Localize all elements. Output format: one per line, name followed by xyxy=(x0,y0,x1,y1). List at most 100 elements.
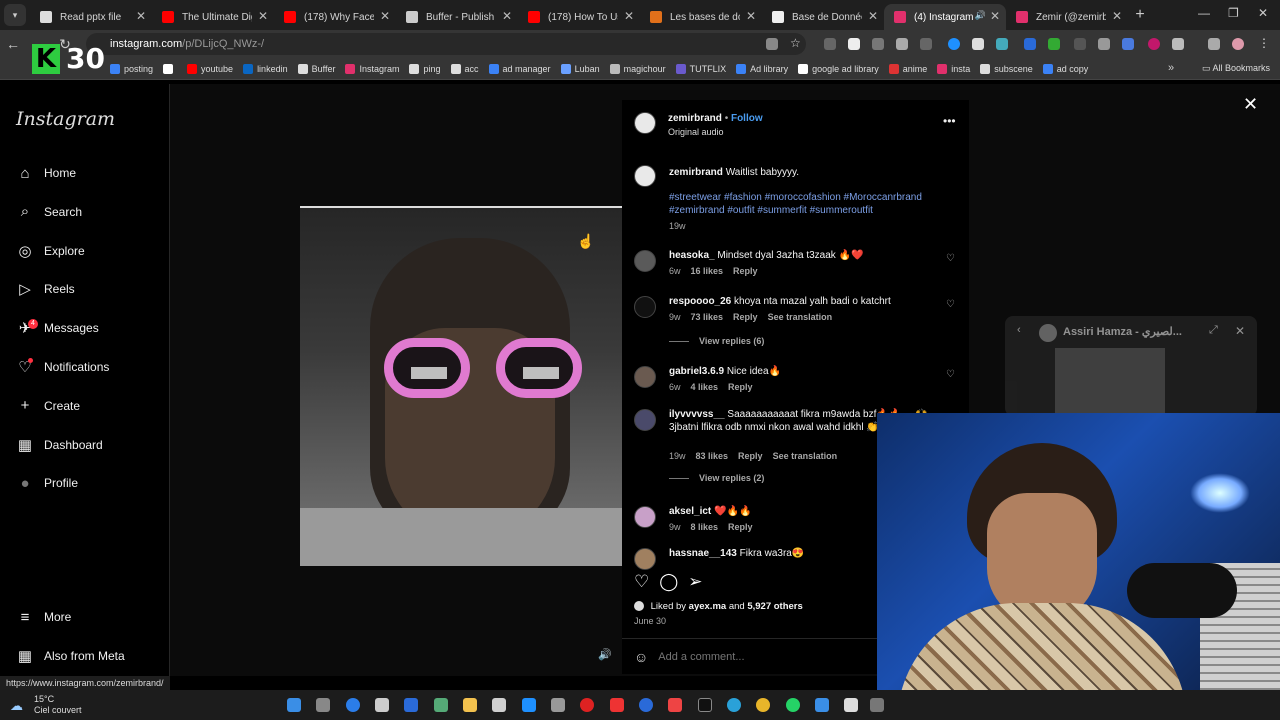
comment-username[interactable]: heasoka_ xyxy=(669,250,715,261)
settings-icon[interactable] xyxy=(551,698,565,712)
liked-by-count[interactable]: 5,927 others xyxy=(747,601,802,612)
liked-by-user[interactable]: ayex.ma xyxy=(689,601,727,612)
comment-username[interactable]: ilyvvvvss__ xyxy=(669,409,725,420)
reply-button[interactable]: Reply xyxy=(733,266,758,276)
emoji-icon[interactable]: ☺ xyxy=(634,649,648,665)
more-bookmarks-icon[interactable]: » xyxy=(1168,62,1174,74)
extension-icon[interactable] xyxy=(1048,38,1060,50)
mail-icon[interactable] xyxy=(522,698,536,712)
bookmark-item[interactable]: ping xyxy=(409,63,441,74)
close-modal-icon[interactable]: ✕ xyxy=(1243,94,1258,115)
close-tab-icon[interactable]: ✕ xyxy=(502,9,512,23)
close-tab-icon[interactable]: ✕ xyxy=(1112,9,1122,23)
all-bookmarks-button[interactable]: ▭ All Bookmarks xyxy=(1202,63,1270,74)
browser-tab[interactable]: Read pptx file ✕ xyxy=(30,4,152,30)
media-icon[interactable] xyxy=(1208,38,1220,50)
reply-button[interactable]: Reply xyxy=(733,312,758,322)
extension-icon[interactable] xyxy=(824,38,836,50)
chrome-icon[interactable] xyxy=(756,698,770,712)
comment-username[interactable]: aksel_ict xyxy=(669,506,711,517)
extension-icon[interactable] xyxy=(1024,38,1036,50)
app-icon[interactable] xyxy=(404,698,418,712)
extension-icon[interactable] xyxy=(1098,38,1110,50)
app-icon[interactable] xyxy=(375,698,389,712)
app-icon[interactable] xyxy=(815,698,829,712)
bookmark-item[interactable] xyxy=(163,63,177,74)
telegram-icon[interactable] xyxy=(727,698,741,712)
more-options-icon[interactable]: ••• xyxy=(943,114,956,128)
sidebar-item-more[interactable]: ≡ More xyxy=(16,605,72,629)
app-icon[interactable] xyxy=(610,698,624,712)
comment-username[interactable]: gabriel3.6.9 xyxy=(669,366,724,377)
chevron-left-icon[interactable]: ‹ xyxy=(1017,324,1021,336)
bookmark-item[interactable]: anime xyxy=(888,63,927,74)
whatsapp-icon[interactable] xyxy=(786,698,800,712)
app-icon[interactable] xyxy=(668,698,682,712)
sidebar-item-search[interactable]: ⌕ Search xyxy=(16,200,82,224)
bookmark-item[interactable]: linkedin xyxy=(243,63,288,74)
bookmark-item[interactable]: acc xyxy=(450,63,479,74)
extensions-puzzle-icon[interactable] xyxy=(1172,38,1184,50)
app-icon[interactable] xyxy=(434,698,448,712)
sidebar-item-create[interactable]: + Create xyxy=(16,394,80,418)
author-username[interactable]: zemirbrand xyxy=(668,113,722,124)
tab-audio-icon[interactable]: 🔊 xyxy=(975,10,986,21)
profile-avatar[interactable] xyxy=(1232,38,1244,50)
task-view-icon[interactable] xyxy=(316,698,330,712)
minimize-icon[interactable]: — xyxy=(1198,6,1210,20)
extension-icon[interactable] xyxy=(896,38,908,50)
close-window-icon[interactable]: ✕ xyxy=(1258,6,1268,20)
back-icon[interactable]: ← xyxy=(0,36,26,52)
comment-like-heart-icon[interactable]: ♡ xyxy=(946,253,955,264)
extension-icon[interactable] xyxy=(996,38,1008,50)
volume-icon[interactable]: 🔊 xyxy=(598,648,612,661)
commenter-avatar[interactable] xyxy=(634,366,656,388)
app-icon[interactable] xyxy=(492,698,506,712)
audio-label[interactable]: Original audio xyxy=(668,127,724,137)
start-icon[interactable] xyxy=(287,698,301,712)
commenter-avatar[interactable] xyxy=(634,250,656,272)
caption-hashtags[interactable]: #streetwear #fashion #moroccofashion #Mo… xyxy=(669,191,937,217)
extension-icon[interactable] xyxy=(848,38,860,50)
browser-tab[interactable]: (178) How To Use T ✕ xyxy=(518,4,640,30)
browser-tab[interactable]: (4) Instagram ✕ 🔊 xyxy=(884,4,1006,30)
comment-likes[interactable]: 4 likes xyxy=(691,382,719,392)
bookmark-item[interactable]: youtube xyxy=(187,63,233,74)
extension-icon[interactable] xyxy=(1148,38,1160,50)
caption-avatar[interactable] xyxy=(634,165,656,187)
extension-icon[interactable] xyxy=(972,38,984,50)
close-tab-icon[interactable]: ✕ xyxy=(258,9,268,23)
bookmark-item[interactable]: google ad library xyxy=(798,63,879,74)
bookmark-item[interactable]: Ad library xyxy=(736,63,788,74)
comment-likes[interactable]: 8 likes xyxy=(691,522,719,532)
extension-icon[interactable] xyxy=(948,38,960,50)
browser-tab[interactable]: Base de Données d ✕ xyxy=(762,4,884,30)
mini-video-player[interactable]: ‹ Assiri Hamza - لصيري... ⤢ ✕ xyxy=(1005,316,1257,416)
reel-video[interactable] xyxy=(300,206,622,566)
instagram-logo[interactable]: Instagram xyxy=(16,108,115,130)
cast-icon[interactable] xyxy=(766,38,778,50)
comment-likes[interactable]: 73 likes xyxy=(691,312,724,322)
commenter-avatar[interactable] xyxy=(634,548,656,570)
sidebar-item-dashboard[interactable]: ▦ Dashboard xyxy=(16,433,103,457)
browser-tab[interactable]: Buffer - Publish ✕ xyxy=(396,4,518,30)
browser-tab[interactable]: The Ultimate Digital ✕ xyxy=(152,4,274,30)
view-replies-button[interactable]: View replies (2) xyxy=(669,473,764,483)
star-icon[interactable]: ☆ xyxy=(790,36,802,50)
tab-search-button[interactable]: ▾ xyxy=(4,4,26,26)
extension-icon[interactable] xyxy=(920,38,932,50)
close-tab-icon[interactable]: ✕ xyxy=(380,9,390,23)
sidebar-item-home[interactable]: ⌂ Home xyxy=(16,161,76,185)
bookmark-item[interactable]: TUTFLIX xyxy=(675,63,726,74)
sidebar-item-reels[interactable]: ▷ Reels xyxy=(16,277,74,301)
bookmark-item[interactable]: Instagram xyxy=(345,63,399,74)
commenter-avatar[interactable] xyxy=(634,409,656,431)
follow-button[interactable]: Follow xyxy=(731,113,763,124)
copilot-icon[interactable] xyxy=(346,698,360,712)
see-translation-button[interactable]: See translation xyxy=(773,451,838,461)
reply-button[interactable]: Reply xyxy=(728,522,753,532)
extension-icon[interactable] xyxy=(872,38,884,50)
caption-username[interactable]: zemirbrand xyxy=(669,167,723,178)
comment-icon[interactable]: ◯ xyxy=(659,572,678,592)
comment-likes[interactable]: 16 likes xyxy=(691,266,724,276)
